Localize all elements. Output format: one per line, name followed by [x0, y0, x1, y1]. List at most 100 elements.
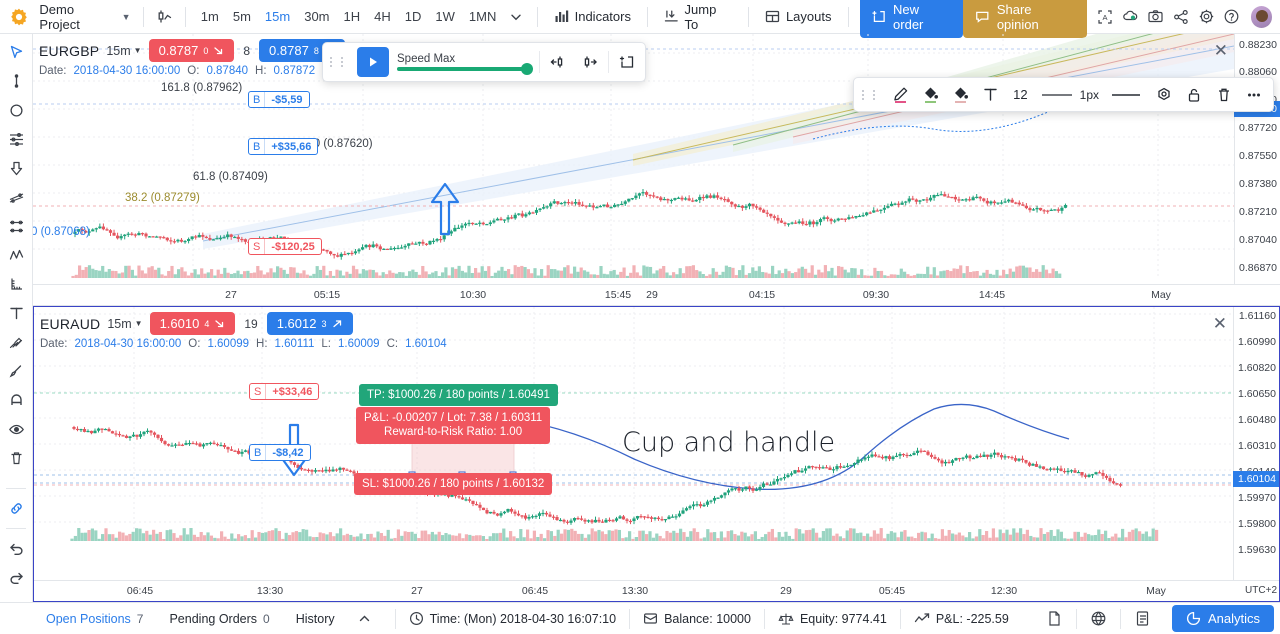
- timeframe-5m[interactable]: 5m: [226, 6, 258, 27]
- stop-loss-label[interactable]: SL: $1000.26 / 180 points / 1.60132: [354, 473, 553, 496]
- step-back-icon[interactable]: [544, 48, 572, 76]
- tab-pending-orders[interactable]: Pending Orders 0: [156, 603, 282, 634]
- close-label: C:: [386, 338, 399, 350]
- order-pl: -$8,42: [272, 446, 304, 459]
- cursor-tool-icon[interactable]: [3, 39, 30, 66]
- pencil-icon[interactable]: [886, 80, 915, 109]
- font-size-value[interactable]: 12: [1006, 87, 1034, 102]
- timezone-label[interactable]: UTC+2: [1245, 585, 1277, 596]
- documents-icon[interactable]: [1033, 603, 1076, 634]
- order-tag-sell-1[interactable]: S -$120,25: [248, 238, 322, 255]
- replay-drag-handle[interactable]: [327, 57, 353, 67]
- trend-line-tool-icon[interactable]: [3, 184, 30, 211]
- ellipse-tool-icon[interactable]: [3, 97, 30, 124]
- text-icon[interactable]: [976, 80, 1005, 109]
- new-order-button[interactable]: New order: [860, 0, 964, 38]
- timeframe-15m[interactable]: 15m: [258, 6, 297, 27]
- undo-tool-icon[interactable]: [3, 535, 30, 562]
- chart2-timeframe-selector[interactable]: 15m ▼: [107, 317, 142, 331]
- x-tick: 29: [780, 585, 792, 597]
- crosshair-tool-icon[interactable]: [3, 68, 30, 95]
- timeframe-1d[interactable]: 1D: [398, 6, 429, 27]
- divider: [847, 6, 849, 27]
- tab-open-positions[interactable]: Open Positions 7: [33, 603, 156, 634]
- order-tag-buy-3[interactable]: B -$8,42: [249, 444, 311, 461]
- chart1-timeframe-selector[interactable]: 15m ▼: [106, 44, 141, 58]
- timeframe-1w[interactable]: 1W: [428, 6, 462, 27]
- app-logo-icon[interactable]: [8, 6, 29, 28]
- timeframe-30m[interactable]: 30m: [297, 6, 336, 27]
- fibonacci-tool-icon[interactable]: [3, 126, 30, 153]
- order-tag-buy-1[interactable]: B -$5,59: [248, 91, 310, 108]
- magnet-tool-icon[interactable]: [3, 387, 30, 414]
- step-forward-icon[interactable]: [576, 48, 604, 76]
- visibility-tool-icon[interactable]: [3, 416, 30, 443]
- chart2-ask-button[interactable]: 1.6012 3: [266, 312, 353, 335]
- share-icon[interactable]: [1169, 5, 1194, 29]
- new-window-icon[interactable]: [613, 48, 641, 76]
- timeframe-1h[interactable]: 1H: [337, 6, 368, 27]
- lock-icon[interactable]: [1179, 80, 1208, 109]
- chart2-time-axis[interactable]: 06:45 13:30 27 06:45 13:30 29 05:45 12:3…: [34, 580, 1279, 601]
- collapse-panel-chevron-up-icon[interactable]: [348, 603, 381, 634]
- chart2-symbol[interactable]: EURAUD: [40, 316, 100, 332]
- chart2-close-icon[interactable]: ✕: [1213, 315, 1227, 332]
- layouts-button[interactable]: Layouts: [757, 5, 840, 28]
- gear-icon[interactable]: [1194, 5, 1219, 29]
- profit-loss-label[interactable]: P&L: -0.00207 / Lot: 7.38 / 1.60311 Rewa…: [356, 407, 551, 444]
- analytics-button[interactable]: Analytics: [1171, 605, 1274, 632]
- x-tick: 27: [225, 289, 237, 301]
- play-icon[interactable]: [357, 47, 389, 77]
- cloud-icon[interactable]: [1118, 5, 1143, 29]
- tab-history[interactable]: History: [283, 603, 348, 634]
- cup-and-handle-annotation[interactable]: Cup and handle: [622, 427, 835, 458]
- more-icon[interactable]: [1239, 80, 1268, 109]
- pending-orders-label: Pending Orders: [169, 611, 258, 626]
- chart1-bid-button[interactable]: 0.8787 0: [148, 39, 235, 62]
- line-width-control[interactable]: 1px: [1036, 80, 1103, 109]
- timeframe-4h[interactable]: 4H: [367, 6, 398, 27]
- timeframe-chevron-down-icon[interactable]: [503, 5, 528, 29]
- link-tool-icon[interactable]: [3, 495, 30, 522]
- chart2-price-axis[interactable]: 1.61160 1.60990 1.60820 1.60650 1.60480 …: [1233, 307, 1279, 580]
- text-tool-icon[interactable]: [3, 300, 30, 327]
- date-label: Date:: [39, 65, 67, 77]
- order-tag-sell-2[interactable]: S +$33,46: [249, 383, 320, 400]
- brush-multi-tool-icon[interactable]: [3, 329, 30, 356]
- chart2-bid-button[interactable]: 1.6010 4: [149, 312, 236, 335]
- channel-tool-icon[interactable]: [3, 213, 30, 240]
- settings-icon[interactable]: [1149, 80, 1178, 109]
- order-pl: +$33,46: [272, 385, 313, 398]
- chart1-price-axis[interactable]: 0.88230 0.88060 0.87890 0.87720 0.87550 …: [1234, 34, 1280, 284]
- drawbar-drag-handle[interactable]: [859, 89, 885, 100]
- trash-icon[interactable]: [1209, 80, 1238, 109]
- line-style-control[interactable]: [1104, 80, 1148, 109]
- candlestick-icon[interactable]: [152, 5, 177, 29]
- fullscreen-icon[interactable]: A: [1093, 5, 1118, 29]
- brush-tool-icon[interactable]: [3, 358, 30, 385]
- measure-tool-icon[interactable]: [3, 271, 30, 298]
- redo-tool-icon[interactable]: [3, 564, 30, 591]
- chart1-time-axis[interactable]: 27 05:15 10:30 15:45 29 04:15 09:30 14:4…: [33, 284, 1280, 305]
- camera-icon[interactable]: [1143, 5, 1168, 29]
- globe-icon[interactable]: [1077, 603, 1120, 634]
- indicators-button[interactable]: Indicators: [546, 5, 639, 28]
- take-profit-label[interactable]: TP: $1000.26 / 180 points / 1.60491: [359, 384, 558, 407]
- jump-to-button[interactable]: Jump To: [656, 0, 740, 36]
- share-opinion-button[interactable]: Share opinion: [963, 0, 1087, 38]
- help-icon[interactable]: [1219, 5, 1244, 29]
- chart1-symbol[interactable]: EURGBP: [39, 43, 99, 59]
- zigzag-tool-icon[interactable]: [3, 242, 30, 269]
- line-color-icon[interactable]: [946, 80, 975, 109]
- project-selector[interactable]: Demo Project ▼: [35, 0, 134, 35]
- fill-color-icon[interactable]: [916, 80, 945, 109]
- chart1-close-icon[interactable]: ✕: [1214, 42, 1228, 59]
- arrow-down-tool-icon[interactable]: [3, 155, 30, 182]
- report-icon[interactable]: [1121, 603, 1164, 634]
- timeframe-1mn[interactable]: 1MN: [462, 6, 503, 27]
- avatar[interactable]: [1250, 5, 1272, 28]
- timeframe-1m[interactable]: 1m: [194, 6, 226, 27]
- speed-slider[interactable]: [397, 63, 533, 75]
- order-tag-buy-2[interactable]: B +$35,66: [248, 138, 319, 155]
- delete-tool-icon[interactable]: [3, 445, 30, 472]
